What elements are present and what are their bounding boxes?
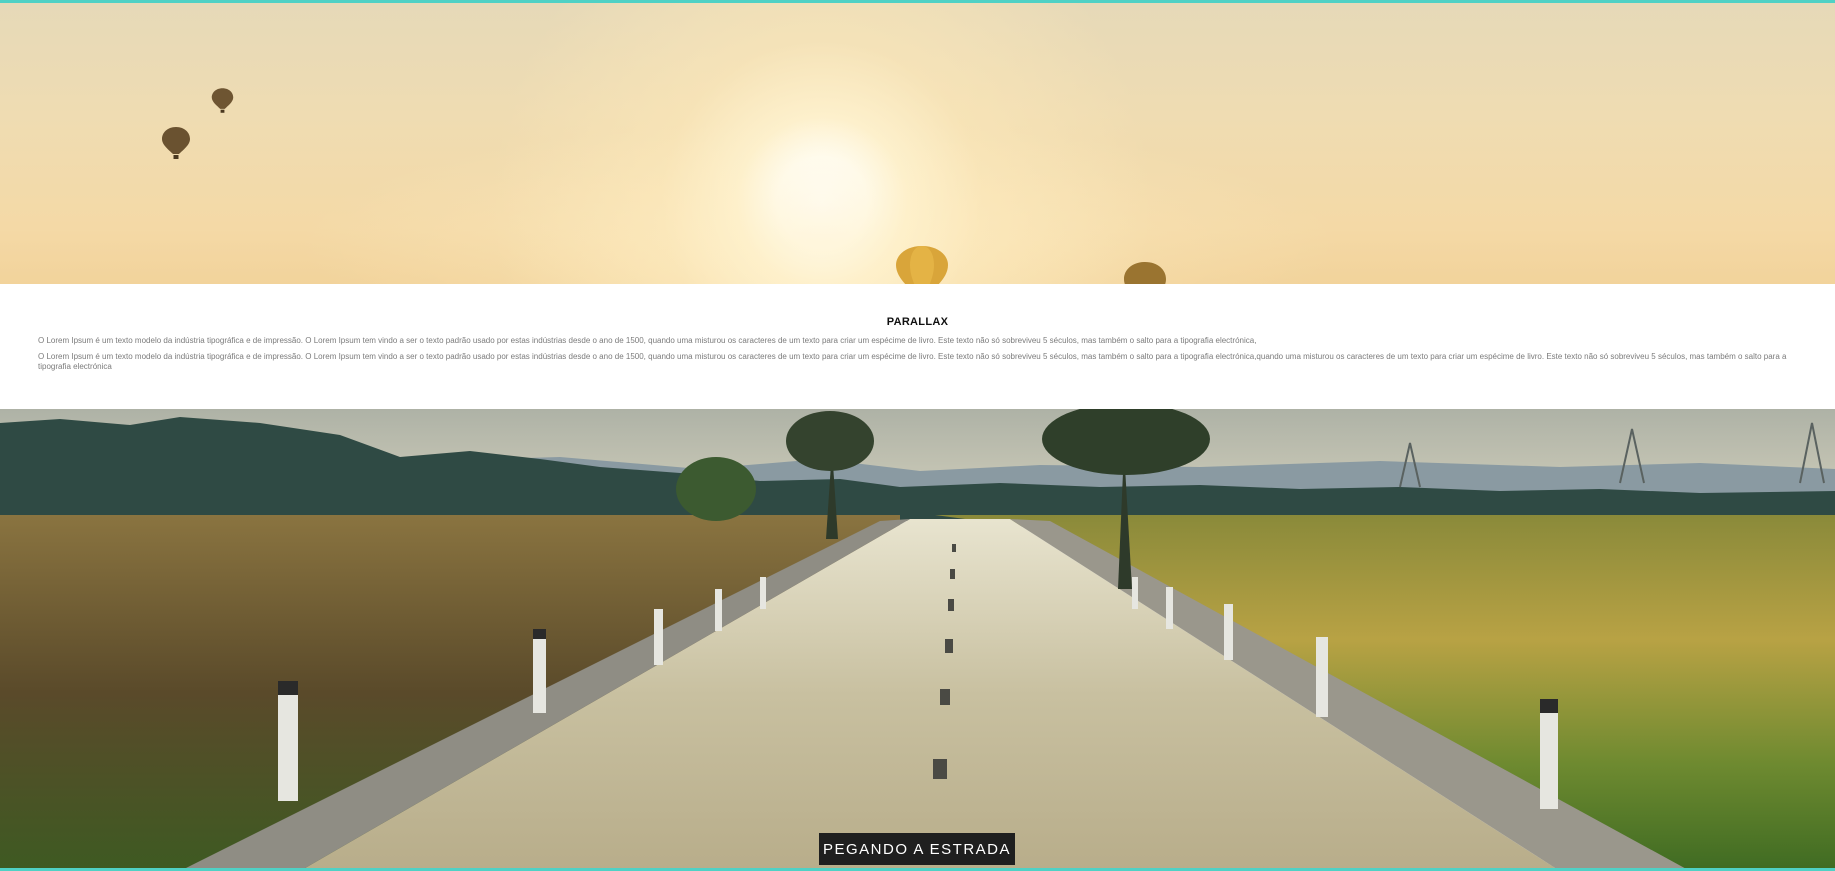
sun-haze — [0, 3, 1835, 284]
parallax-image-road — [0, 409, 1835, 868]
hot-air-balloon-icon — [211, 88, 234, 113]
parallax-image-sunset — [0, 3, 1835, 284]
page-frame: PARALLAX O Lorem Ipsum é um texto modelo… — [0, 0, 1835, 871]
road-landscape — [0, 409, 1835, 868]
section-title: PARALLAX — [886, 316, 949, 328]
hot-air-balloon-icon — [1124, 262, 1166, 284]
hot-air-balloon-icon — [896, 246, 948, 284]
section-paragraph: O Lorem Ipsum é um texto modelo da indús… — [38, 336, 1257, 345]
hot-air-balloon-icon — [162, 127, 190, 159]
parallax-content-section: PARALLAX O Lorem Ipsum é um texto modelo… — [0, 284, 1835, 409]
pegando-a-estrada-button[interactable]: PEGANDO A ESTRADA — [819, 833, 1015, 865]
section-paragraph: O Lorem Ipsum é um texto modelo da indús… — [38, 352, 1787, 371]
